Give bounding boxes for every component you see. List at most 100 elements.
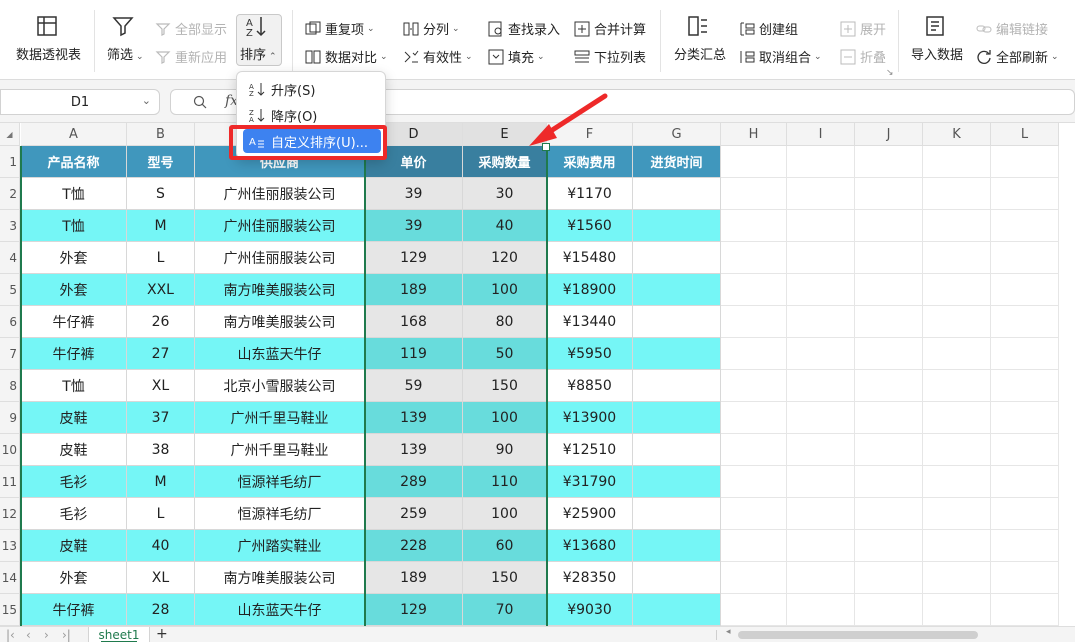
- empty-cell[interactable]: [721, 498, 787, 530]
- row-header[interactable]: 6: [0, 306, 20, 338]
- table-cell[interactable]: 60: [463, 530, 547, 562]
- table-header-cell[interactable]: 进货时间: [633, 146, 721, 178]
- table-cell[interactable]: 广州千里马鞋业: [195, 434, 365, 466]
- row-header[interactable]: 15: [0, 594, 20, 626]
- empty-cell[interactable]: [787, 434, 855, 466]
- table-cell[interactable]: 28: [127, 594, 195, 626]
- ungroup-button[interactable]: 取消组合 ⌄: [739, 47, 822, 66]
- table-cell[interactable]: S: [127, 178, 195, 210]
- table-cell[interactable]: [633, 210, 721, 242]
- table-cell[interactable]: 北京小雪服装公司: [195, 370, 365, 402]
- table-cell[interactable]: ¥12510: [547, 434, 633, 466]
- table-cell[interactable]: T恤: [21, 210, 127, 242]
- table-cell[interactable]: 外套: [21, 562, 127, 594]
- empty-cell[interactable]: [855, 466, 923, 498]
- compare-button[interactable]: 数据对比 ⌄: [305, 47, 388, 66]
- table-cell[interactable]: 90: [463, 434, 547, 466]
- row-header[interactable]: 3: [0, 210, 20, 242]
- empty-cell[interactable]: [721, 210, 787, 242]
- table-cell[interactable]: 毛衫: [21, 466, 127, 498]
- table-cell[interactable]: T恤: [21, 370, 127, 402]
- row-header[interactable]: 2: [0, 178, 20, 210]
- sort-descending-item[interactable]: ZA 降序(O): [243, 103, 381, 127]
- empty-cell[interactable]: [721, 274, 787, 306]
- table-cell[interactable]: ¥9030: [547, 594, 633, 626]
- empty-cell[interactable]: [923, 466, 991, 498]
- edit-links-button[interactable]: 编辑链接: [976, 19, 1048, 38]
- empty-cell[interactable]: [787, 146, 855, 178]
- table-cell[interactable]: 牛仔裤: [21, 338, 127, 370]
- table-cell[interactable]: M: [127, 466, 195, 498]
- filter-button[interactable]: 筛选 ⌄: [107, 14, 144, 63]
- sheet-tab[interactable]: sheet1: [88, 627, 150, 642]
- empty-cell[interactable]: [787, 274, 855, 306]
- dropdown-list-button[interactable]: 下拉列表: [574, 47, 646, 66]
- table-cell[interactable]: 228: [365, 530, 463, 562]
- row-header[interactable]: 8: [0, 370, 20, 402]
- table-cell[interactable]: 广州佳丽服装公司: [195, 242, 365, 274]
- empty-cell[interactable]: [855, 210, 923, 242]
- empty-cell[interactable]: [991, 562, 1059, 594]
- row-header[interactable]: 1: [0, 146, 20, 178]
- empty-cell[interactable]: [923, 594, 991, 626]
- table-cell[interactable]: 广州踏实鞋业: [195, 530, 365, 562]
- row-header[interactable]: 12: [0, 498, 20, 530]
- empty-cell[interactable]: [991, 242, 1059, 274]
- table-cell[interactable]: 广州佳丽服装公司: [195, 210, 365, 242]
- pivot-table-button[interactable]: 数据透视表: [16, 14, 81, 63]
- empty-cell[interactable]: [923, 146, 991, 178]
- table-cell[interactable]: [633, 274, 721, 306]
- table-cell[interactable]: 80: [463, 306, 547, 338]
- table-cell[interactable]: [633, 434, 721, 466]
- table-cell[interactable]: ¥25900: [547, 498, 633, 530]
- table-cell[interactable]: [633, 242, 721, 274]
- table-cell[interactable]: [633, 594, 721, 626]
- reapply-button[interactable]: 重新应用: [155, 47, 227, 66]
- empty-cell[interactable]: [923, 434, 991, 466]
- chevron-down-icon[interactable]: ⌄: [142, 94, 151, 107]
- table-cell[interactable]: [633, 338, 721, 370]
- column-header-j[interactable]: J: [855, 123, 923, 146]
- column-header-k[interactable]: K: [923, 123, 991, 146]
- empty-cell[interactable]: [855, 274, 923, 306]
- table-cell[interactable]: L: [127, 242, 195, 274]
- empty-cell[interactable]: [721, 178, 787, 210]
- create-group-button[interactable]: 创建组: [739, 19, 798, 38]
- empty-cell[interactable]: [855, 306, 923, 338]
- table-cell[interactable]: [633, 530, 721, 562]
- empty-cell[interactable]: [923, 178, 991, 210]
- row-header[interactable]: 9: [0, 402, 20, 434]
- empty-cell[interactable]: [721, 242, 787, 274]
- empty-cell[interactable]: [855, 434, 923, 466]
- table-cell[interactable]: 119: [365, 338, 463, 370]
- select-all-corner[interactable]: ◢: [0, 123, 20, 146]
- table-cell[interactable]: [633, 498, 721, 530]
- empty-cell[interactable]: [855, 242, 923, 274]
- empty-cell[interactable]: [787, 530, 855, 562]
- empty-cell[interactable]: [787, 242, 855, 274]
- sort-ascending-item[interactable]: AZ 升序(S): [243, 77, 381, 101]
- table-cell[interactable]: [633, 562, 721, 594]
- table-cell[interactable]: L: [127, 498, 195, 530]
- empty-cell[interactable]: [855, 594, 923, 626]
- empty-cell[interactable]: [991, 434, 1059, 466]
- table-cell[interactable]: 恒源祥毛纺厂: [195, 498, 365, 530]
- table-cell[interactable]: 26: [127, 306, 195, 338]
- table-cell[interactable]: ¥13440: [547, 306, 633, 338]
- empty-cell[interactable]: [991, 338, 1059, 370]
- collapse-button[interactable]: 折叠: [840, 47, 886, 66]
- empty-cell[interactable]: [721, 594, 787, 626]
- table-cell[interactable]: 189: [365, 274, 463, 306]
- empty-cell[interactable]: [787, 594, 855, 626]
- scroll-left-icon[interactable]: ◂: [726, 627, 731, 637]
- table-cell[interactable]: ¥1170: [547, 178, 633, 210]
- table-cell[interactable]: 120: [463, 242, 547, 274]
- table-cell[interactable]: ¥13900: [547, 402, 633, 434]
- table-cell[interactable]: ¥1560: [547, 210, 633, 242]
- table-header-cell[interactable]: 产品名称: [21, 146, 127, 178]
- table-cell[interactable]: ¥13680: [547, 530, 633, 562]
- table-cell[interactable]: [633, 370, 721, 402]
- first-sheet-icon[interactable]: |‹: [6, 628, 15, 642]
- empty-cell[interactable]: [721, 530, 787, 562]
- table-cell[interactable]: XL: [127, 562, 195, 594]
